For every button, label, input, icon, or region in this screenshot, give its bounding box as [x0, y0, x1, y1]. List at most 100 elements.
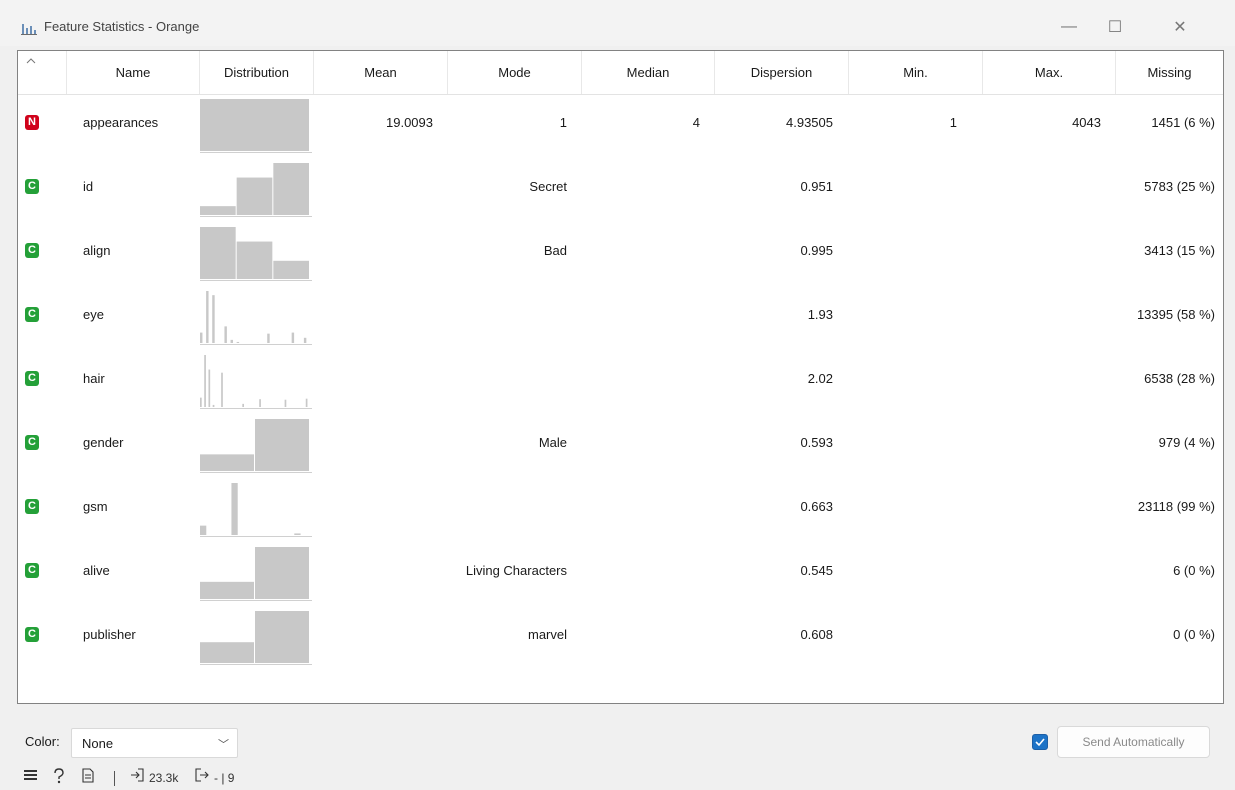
histogram-bar	[200, 454, 254, 471]
table-row[interactable]: Nappearances 19.0093 1 4 4.93505 1 4043 1451 (6…	[18, 95, 1223, 159]
missing-value: 3413 (15 %)	[1144, 243, 1215, 258]
histogram-bar	[200, 397, 202, 407]
distribution-histogram	[200, 545, 312, 601]
distribution-histogram	[200, 481, 312, 537]
table-row[interactable]: Cgsm 0.663 23118 (99 %)	[18, 479, 1223, 543]
histogram-bar	[231, 483, 238, 535]
dispersion-value: 2.02	[807, 371, 833, 386]
feature-name: align	[83, 243, 111, 258]
header-distribution[interactable]: Distribution	[200, 51, 314, 94]
table-row[interactable]: Chair 2.02 6538 (28 %)	[18, 351, 1223, 415]
histogram-bar	[273, 163, 309, 215]
table-row[interactable]: Cpublisher marvel 0.608 0 (0 %)	[18, 607, 1223, 671]
input-summary[interactable]: 23.3k	[149, 768, 178, 788]
mode-value: Bad	[543, 243, 567, 258]
header-dispersion[interactable]: Dispersion	[715, 51, 849, 94]
histogram-bar	[255, 419, 309, 471]
histogram-bar	[294, 533, 301, 535]
missing-value: 1451 (6 %)	[1151, 115, 1215, 130]
mean-value: 19.0093	[386, 115, 433, 130]
histogram-bar	[200, 642, 254, 663]
dispersion-value: 1.93	[807, 307, 833, 322]
missing-value: 6 (0 %)	[1173, 563, 1215, 578]
missing-value: 13395 (58 %)	[1136, 307, 1215, 322]
distribution-histogram	[200, 417, 312, 473]
distribution-histogram	[200, 161, 312, 217]
max-value: 4043	[1072, 115, 1101, 130]
table-row[interactable]: Calive Living Characters 0.545 6 (0 %)	[18, 543, 1223, 607]
header-name[interactable]: Name	[67, 51, 200, 94]
histogram-bar	[206, 291, 209, 343]
output-icon	[195, 768, 209, 788]
histogram-bar	[236, 241, 273, 279]
histogram-bar	[200, 581, 254, 599]
mode-value: Male	[538, 435, 567, 450]
maximize-button[interactable]: ☐	[1092, 12, 1138, 42]
histogram-bar	[273, 260, 309, 279]
histogram-bar	[236, 341, 240, 343]
send-automatically-checkbox[interactable]	[1032, 734, 1048, 750]
categorical-variable-icon: C	[25, 371, 39, 386]
histogram-bar	[208, 369, 211, 407]
histogram-bar	[242, 403, 244, 407]
color-label: Color:	[25, 734, 60, 749]
header-min[interactable]: Min.	[849, 51, 983, 94]
categorical-variable-icon: C	[25, 179, 39, 194]
histogram-bar	[224, 326, 227, 343]
header-mean[interactable]: Mean	[314, 51, 448, 94]
report-icon[interactable]	[82, 768, 94, 788]
feature-name: gender	[83, 435, 124, 450]
histogram-bar	[305, 398, 308, 407]
numeric-variable-icon: N	[25, 115, 39, 130]
table-row[interactable]: Cgender Male 0.593 979 (4 %)	[18, 415, 1223, 479]
distribution-histogram	[200, 609, 312, 665]
minimize-icon: —	[1061, 18, 1077, 35]
categorical-variable-icon: C	[25, 435, 39, 450]
dispersion-value: 0.593	[800, 435, 833, 450]
header-missing[interactable]: Missing	[1116, 51, 1223, 94]
header-max[interactable]: Max.	[983, 51, 1116, 94]
histogram-bar	[255, 547, 309, 599]
table-row[interactable]: Ceye 1.93 13395 (58 %)	[18, 287, 1223, 351]
control-area: Color: None ﹀ Send Automatically 23.3k -…	[0, 704, 1235, 788]
dispersion-value: 0.663	[800, 499, 833, 514]
missing-value: 23118 (99 %)	[1137, 499, 1215, 514]
distribution-histogram	[200, 289, 312, 345]
histogram-bar	[259, 399, 261, 407]
categorical-variable-icon: C	[25, 307, 39, 322]
categorical-variable-icon: C	[25, 627, 39, 642]
close-button[interactable]: ✕	[1157, 12, 1203, 42]
histogram-bar	[291, 332, 295, 343]
mode-value: Living Characters	[465, 563, 567, 578]
dispersion-value: 4.93505	[786, 115, 833, 130]
histogram-bar	[200, 525, 207, 535]
menu-icon[interactable]	[24, 768, 38, 788]
send-automatically-button[interactable]: Send Automatically	[1057, 726, 1210, 758]
histogram-bar	[200, 332, 203, 343]
missing-value: 0 (0 %)	[1173, 627, 1215, 642]
close-icon: ✕	[1173, 19, 1187, 36]
feature-statistics-table[interactable]: Name Distribution Mean Mode Median Dispe…	[17, 50, 1224, 704]
maximize-icon: ☐	[1107, 19, 1123, 36]
histogram-bar	[284, 399, 287, 407]
mode-value: marvel	[527, 627, 567, 642]
histogram-bar	[200, 206, 236, 215]
help-icon[interactable]	[53, 768, 65, 788]
distribution-histogram	[200, 353, 312, 409]
output-summary[interactable]: - | 9	[214, 768, 234, 788]
table-row[interactable]: Cid Secret 0.951 5783 (25 %)	[18, 159, 1223, 223]
table-row[interactable]: Calign Bad 0.995 3413 (15 %)	[18, 223, 1223, 287]
histogram-bar	[200, 227, 236, 279]
header-mode[interactable]: Mode	[448, 51, 582, 94]
missing-value: 979 (4 %)	[1158, 435, 1215, 450]
minimize-button[interactable]: —	[1046, 12, 1092, 42]
window-title: Feature Statistics - Orange	[44, 19, 200, 34]
table-header: Name Distribution Mean Mode Median Dispe…	[18, 51, 1223, 95]
color-combobox[interactable]: None ﹀	[71, 728, 238, 758]
sort-indicator-header[interactable]	[18, 51, 67, 94]
header-median[interactable]: Median	[582, 51, 715, 94]
chevron-down-icon: ﹀	[218, 739, 229, 751]
min-value: 1	[949, 115, 957, 130]
color-combobox-value: None	[82, 736, 114, 751]
missing-value: 6538 (28 %)	[1144, 371, 1215, 386]
